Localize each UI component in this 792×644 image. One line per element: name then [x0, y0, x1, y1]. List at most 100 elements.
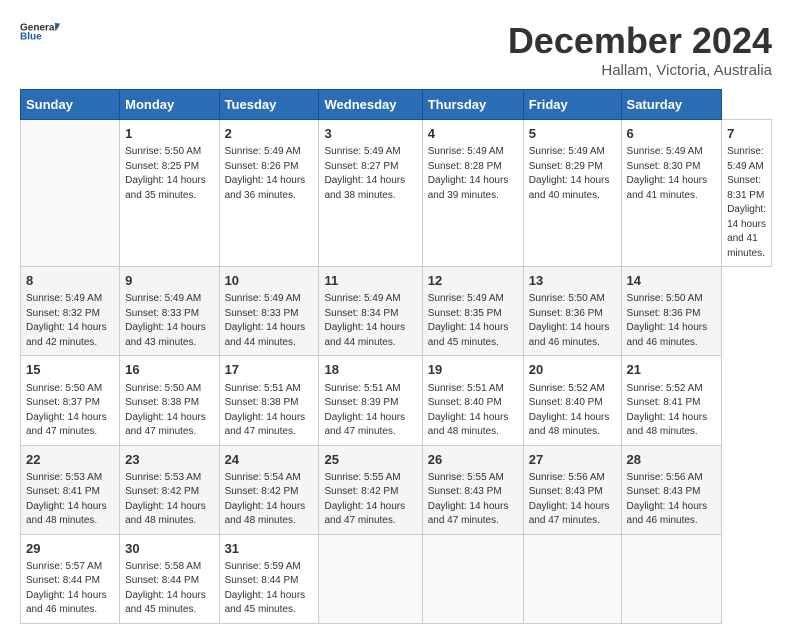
day-info: Sunrise: 5:50 AMSunset: 8:37 PMDaylight:…	[26, 382, 114, 440]
day-number: 3	[324, 125, 416, 143]
calendar-cell: 28 Sunrise: 5:56 AMSunset: 8:43 PMDayligh…	[621, 445, 722, 534]
calendar-cell: 23 Sunrise: 5:53 AMSunset: 8:42 PMDayligh…	[120, 445, 219, 534]
day-info: Sunrise: 5:53 AMSunset: 8:41 PMDaylight:…	[26, 471, 114, 529]
location: Hallam, Victoria, Australia	[508, 62, 772, 79]
calendar-cell: 22 Sunrise: 5:53 AMSunset: 8:41 PMDayligh…	[21, 445, 120, 534]
calendar-cell: 19Sunrise: 5:51 AMSunset: 8:40 PMDayligh…	[422, 356, 523, 445]
calendar-cell: 30 Sunrise: 5:58 AMSunset: 8:44 PMDayligh…	[120, 534, 219, 623]
calendar-cell: 31 Sunrise: 5:59 AMSunset: 8:44 PMDayligh…	[219, 534, 319, 623]
day-number: 5	[529, 125, 616, 143]
calendar-cell	[422, 534, 523, 623]
calendar-cell	[319, 534, 422, 623]
day-info: Sunrise: 5:49 AMSunset: 8:35 PMDaylight:…	[428, 292, 518, 350]
calendar-cell: 17 Sunrise: 5:51 AMSunset: 8:38 PMDayligh…	[219, 356, 319, 445]
day-info: Sunrise: 5:55 AMSunset: 8:43 PMDaylight:…	[428, 471, 518, 529]
day-info: Sunrise: 5:56 AMSunset: 8:43 PMDaylight:…	[529, 471, 616, 529]
header-day-friday: Friday	[523, 90, 621, 120]
day-info: Sunrise: 5:52 AMSunset: 8:40 PMDaylight:…	[529, 382, 616, 440]
day-info: Sunrise: 5:49 AMSunset: 8:26 PMDaylight:…	[225, 145, 314, 203]
calendar-cell: 15 Sunrise: 5:50 AMSunset: 8:37 PMDayligh…	[21, 356, 120, 445]
day-info: Sunrise: 5:49 AMSunset: 8:31 PMDaylight:…	[727, 145, 766, 261]
header-day-tuesday: Tuesday	[219, 90, 319, 120]
calendar-cell: 6 Sunrise: 5:49 AMSunset: 8:30 PMDaylight…	[621, 120, 722, 267]
day-number: 12	[428, 272, 518, 290]
day-number: 13	[529, 272, 616, 290]
day-number: 6	[627, 125, 717, 143]
day-number: 24	[225, 451, 314, 469]
day-info: Sunrise: 5:58 AMSunset: 8:44 PMDaylight:…	[125, 560, 213, 618]
day-number: 20	[529, 361, 616, 379]
day-info: Sunrise: 5:52 AMSunset: 8:41 PMDaylight:…	[627, 382, 717, 440]
svg-text:Blue: Blue	[20, 31, 42, 40]
calendar-cell	[523, 534, 621, 623]
calendar-cell: 24 Sunrise: 5:54 AMSunset: 8:42 PMDayligh…	[219, 445, 319, 534]
day-info: Sunrise: 5:51 AMSunset: 8:39 PMDaylight:…	[324, 382, 416, 440]
day-info: Sunrise: 5:57 AMSunset: 8:44 PMDaylight:…	[26, 560, 114, 618]
day-info: Sunrise: 5:50 AMSunset: 8:36 PMDaylight:…	[627, 292, 717, 350]
header-day-monday: Monday	[120, 90, 219, 120]
month-title: December 2024	[508, 20, 772, 62]
header-day-sunday: Sunday	[21, 90, 120, 120]
calendar-cell: 8 Sunrise: 5:49 AMSunset: 8:32 PMDaylight…	[21, 267, 120, 356]
day-number: 7	[727, 125, 766, 143]
day-number: 27	[529, 451, 616, 469]
day-number: 17	[225, 361, 314, 379]
calendar-cell: 12 Sunrise: 5:49 AMSunset: 8:35 PMDayligh…	[422, 267, 523, 356]
day-number: 15	[26, 361, 114, 379]
calendar-cell: 27 Sunrise: 5:56 AMSunset: 8:43 PMDayligh…	[523, 445, 621, 534]
week-row-1: 1 Sunrise: 5:50 AMSunset: 8:25 PMDaylight…	[21, 120, 772, 267]
week-row-4: 22 Sunrise: 5:53 AMSunset: 8:41 PMDayligh…	[21, 445, 772, 534]
day-number: 1	[125, 125, 213, 143]
day-info: Sunrise: 5:54 AMSunset: 8:42 PMDaylight:…	[225, 471, 314, 529]
day-number: 31	[225, 540, 314, 558]
header-day-thursday: Thursday	[422, 90, 523, 120]
day-number: 11	[324, 272, 416, 290]
day-number: 8	[26, 272, 114, 290]
day-info: Sunrise: 5:49 AMSunset: 8:28 PMDaylight:…	[428, 145, 518, 203]
day-info: Sunrise: 5:50 AMSunset: 8:38 PMDaylight:…	[125, 382, 213, 440]
day-info: Sunrise: 5:49 AMSunset: 8:32 PMDaylight:…	[26, 292, 114, 350]
day-info: Sunrise: 5:49 AMSunset: 8:33 PMDaylight:…	[225, 292, 314, 350]
day-number: 30	[125, 540, 213, 558]
day-number: 28	[627, 451, 717, 469]
calendar-cell: 20 Sunrise: 5:52 AMSunset: 8:40 PMDayligh…	[523, 356, 621, 445]
day-info: Sunrise: 5:50 AMSunset: 8:25 PMDaylight:…	[125, 145, 213, 203]
day-number: 18	[324, 361, 416, 379]
day-info: Sunrise: 5:49 AMSunset: 8:29 PMDaylight:…	[529, 145, 616, 203]
calendar-cell	[21, 120, 120, 267]
day-number: 22	[26, 451, 114, 469]
calendar-cell: 3 Sunrise: 5:49 AMSunset: 8:27 PMDaylight…	[319, 120, 422, 267]
day-number: 23	[125, 451, 213, 469]
day-info: Sunrise: 5:49 AMSunset: 8:27 PMDaylight:…	[324, 145, 416, 203]
calendar-cell: 5 Sunrise: 5:49 AMSunset: 8:29 PMDaylight…	[523, 120, 621, 267]
page-header: General Blue December 2024 Hallam, Victo…	[20, 20, 772, 79]
calendar-cell: 4Sunrise: 5:49 AMSunset: 8:28 PMDaylight…	[422, 120, 523, 267]
header-row: SundayMondayTuesdayWednesdayThursdayFrid…	[21, 90, 772, 120]
calendar-cell: 18 Sunrise: 5:51 AMSunset: 8:39 PMDayligh…	[319, 356, 422, 445]
calendar-cell: 29Sunrise: 5:57 AMSunset: 8:44 PMDayligh…	[21, 534, 120, 623]
day-info: Sunrise: 5:49 AMSunset: 8:33 PMDaylight:…	[125, 292, 213, 350]
day-info: Sunrise: 5:53 AMSunset: 8:42 PMDaylight:…	[125, 471, 213, 529]
calendar-cell: 14Sunrise: 5:50 AMSunset: 8:36 PMDayligh…	[621, 267, 722, 356]
week-row-3: 15 Sunrise: 5:50 AMSunset: 8:37 PMDayligh…	[21, 356, 772, 445]
calendar-cell: 26Sunrise: 5:55 AMSunset: 8:43 PMDayligh…	[422, 445, 523, 534]
day-info: Sunrise: 5:51 AMSunset: 8:40 PMDaylight:…	[428, 382, 518, 440]
calendar-table: SundayMondayTuesdayWednesdayThursdayFrid…	[20, 89, 772, 624]
day-number: 10	[225, 272, 314, 290]
day-info: Sunrise: 5:49 AMSunset: 8:30 PMDaylight:…	[627, 145, 717, 203]
day-info: Sunrise: 5:55 AMSunset: 8:42 PMDaylight:…	[324, 471, 416, 529]
calendar-cell: 2Sunrise: 5:49 AMSunset: 8:26 PMDaylight…	[219, 120, 319, 267]
calendar-cell: 21 Sunrise: 5:52 AMSunset: 8:41 PMDayligh…	[621, 356, 722, 445]
calendar-cell: 25 Sunrise: 5:55 AMSunset: 8:42 PMDayligh…	[319, 445, 422, 534]
day-number: 9	[125, 272, 213, 290]
day-info: Sunrise: 5:59 AMSunset: 8:44 PMDaylight:…	[225, 560, 314, 618]
header-day-saturday: Saturday	[621, 90, 722, 120]
day-info: Sunrise: 5:51 AMSunset: 8:38 PMDaylight:…	[225, 382, 314, 440]
day-number: 21	[627, 361, 717, 379]
calendar-cell: 13 Sunrise: 5:50 AMSunset: 8:36 PMDayligh…	[523, 267, 621, 356]
day-info: Sunrise: 5:50 AMSunset: 8:36 PMDaylight:…	[529, 292, 616, 350]
calendar-cell: 11Sunrise: 5:49 AMSunset: 8:34 PMDayligh…	[319, 267, 422, 356]
day-info: Sunrise: 5:56 AMSunset: 8:43 PMDaylight:…	[627, 471, 717, 529]
day-number: 25	[324, 451, 416, 469]
title-block: December 2024 Hallam, Victoria, Australi…	[508, 20, 772, 79]
